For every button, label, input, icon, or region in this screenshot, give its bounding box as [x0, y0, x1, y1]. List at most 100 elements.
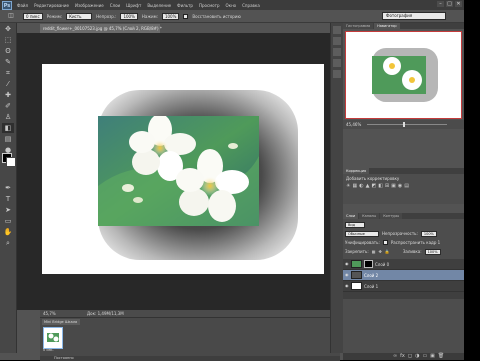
shape-tool-icon[interactable]: ▭: [2, 216, 14, 226]
navigator-zoom-slider[interactable]: [367, 124, 447, 125]
navigator-preview[interactable]: [345, 31, 462, 119]
photo-filter-adjustment-icon[interactable]: ◉: [398, 183, 402, 189]
channel-mixer-adjustment-icon[interactable]: ▤: [404, 183, 409, 189]
eyedropper-tool-icon[interactable]: ⁄: [2, 79, 14, 89]
menu-window[interactable]: Окно: [223, 3, 240, 8]
erase-history-label: Восстановить историю: [192, 13, 241, 19]
frame-delay-label[interactable]: 0 сек.: [43, 348, 63, 353]
layer-row[interactable]: ◉ Слой 1: [343, 281, 464, 292]
maximize-button[interactable]: □: [446, 1, 453, 7]
erase-history-checkbox[interactable]: [183, 13, 189, 19]
history-panel-icon[interactable]: [333, 26, 341, 34]
link-layers-icon[interactable]: ∞: [393, 353, 397, 360]
adjustments-title: Добавить корректировку: [346, 176, 400, 181]
frame-preview-image: [47, 333, 59, 342]
menu-filter[interactable]: Фильтр: [174, 3, 196, 8]
eraser-tool-preset-icon[interactable]: ◫: [5, 11, 17, 21]
layer-opacity-label: Непрозрачность:: [382, 231, 418, 236]
black-white-adjustment-icon[interactable]: ▣: [391, 183, 396, 189]
timeline-tab[interactable]: Mini Bridge Шкала времени: [42, 319, 80, 330]
exposure-adjustment-icon[interactable]: ▲: [366, 183, 370, 189]
menu-help[interactable]: Справка: [239, 3, 263, 8]
gradient-tool-icon[interactable]: ▤: [2, 134, 14, 144]
brush-tool-icon[interactable]: ✐: [2, 101, 14, 111]
minimize-button[interactable]: –: [437, 1, 444, 7]
document-tab[interactable]: reddit_flower+_00107523.jpg @ 45,7% (Сло…: [40, 24, 162, 33]
menu-file[interactable]: Файл: [14, 3, 31, 8]
healing-brush-tool-icon[interactable]: ✚: [2, 90, 14, 100]
visibility-eye-icon[interactable]: ◉: [345, 262, 349, 266]
navigator-zoom-value[interactable]: 45,46%: [346, 122, 361, 127]
brush-size-field[interactable]: 0 пикс: [23, 12, 43, 20]
vibrance-adjustment-icon[interactable]: ◩: [371, 183, 376, 189]
type-tool-icon[interactable]: T: [2, 194, 14, 204]
loop-option[interactable]: Постоянно: [54, 356, 74, 360]
layer-name[interactable]: Слой 2: [364, 273, 378, 278]
hand-tool-icon[interactable]: ✋: [2, 227, 14, 237]
brightness-adjustment-icon[interactable]: ☀: [346, 183, 350, 189]
propagate-frame-checkbox[interactable]: [382, 240, 388, 245]
navigator-tabs: Гистограмма Навигатор: [343, 23, 464, 29]
add-mask-icon[interactable]: ◻: [408, 353, 412, 360]
pen-tool-icon[interactable]: ✒: [2, 183, 14, 193]
fill-field[interactable]: 100%: [424, 248, 441, 255]
zoom-tool-icon[interactable]: ⌕: [2, 238, 14, 248]
lock-position-icon[interactable]: ✥: [378, 249, 381, 254]
menu-layer[interactable]: Слои: [107, 3, 123, 8]
marquee-tool-icon[interactable]: ⬚: [2, 35, 14, 45]
hue-saturation-adjustment-icon[interactable]: ◧: [378, 183, 383, 189]
close-button[interactable]: ✕: [455, 1, 462, 7]
crop-tool-icon[interactable]: ⌗: [2, 68, 14, 78]
opacity-field[interactable]: 100%: [120, 12, 138, 20]
new-group-icon[interactable]: ▭: [422, 353, 427, 360]
navigator-zoom-knob[interactable]: [403, 122, 405, 127]
layer-filter-select[interactable]: Вид: [345, 221, 365, 228]
lock-pixels-icon[interactable]: ▦: [372, 249, 376, 254]
menu-view[interactable]: Просмотр: [196, 3, 223, 8]
mode-select[interactable]: Кисть: [66, 12, 93, 20]
delete-layer-icon[interactable]: 🗑: [438, 353, 444, 360]
lock-label: Закрепить:: [345, 249, 369, 254]
menu-edit[interactable]: Редактирование: [31, 3, 72, 8]
swatches-panel-icon[interactable]: [333, 48, 341, 56]
visibility-eye-icon[interactable]: ◉: [345, 284, 349, 288]
lock-row: Закрепить: ▦ ✥ 🔒 Заливка: 100%: [345, 248, 441, 255]
collapsed-panel-dock: [330, 23, 344, 353]
zoom-readout[interactable]: 45,7%: [43, 311, 56, 316]
move-tool-icon[interactable]: ✥: [2, 24, 14, 34]
new-layer-icon[interactable]: ▣: [430, 353, 435, 360]
layer-name[interactable]: Слой 0: [375, 262, 389, 267]
layer-mask-thumbnail[interactable]: [364, 260, 373, 268]
eraser-tool-icon[interactable]: ◧: [2, 123, 14, 133]
quick-select-tool-icon[interactable]: ✎: [2, 57, 14, 67]
lasso-tool-icon[interactable]: ʘ: [2, 46, 14, 56]
menu-image[interactable]: Изображение: [72, 3, 107, 8]
visibility-eye-icon[interactable]: ◉: [345, 273, 349, 277]
color-balance-adjustment-icon[interactable]: ⊞: [385, 183, 389, 189]
clone-stamp-tool-icon[interactable]: ♙: [2, 112, 14, 122]
brush-panel-icon[interactable]: [333, 70, 341, 78]
styles-panel-icon[interactable]: [333, 59, 341, 67]
path-select-tool-icon[interactable]: ➤: [2, 205, 14, 215]
layer-row[interactable]: ◉ Слой 0: [343, 259, 464, 270]
document-canvas[interactable]: [42, 64, 324, 274]
pressure-field[interactable]: 100%: [161, 12, 180, 20]
adjustment-layer-icon[interactable]: ◑: [415, 353, 419, 360]
canvas-area: [17, 33, 339, 310]
levels-adjustment-icon[interactable]: ▦: [352, 183, 357, 189]
layer-style-icon[interactable]: fx: [400, 353, 405, 360]
animation-frame-thumbnail[interactable]: [43, 327, 63, 349]
layer-opacity-field[interactable]: 100%: [420, 230, 437, 237]
menu-select[interactable]: Выделение: [144, 3, 174, 8]
menu-type[interactable]: Шрифт: [123, 3, 144, 8]
blend-mode-select[interactable]: Обычные: [345, 230, 379, 237]
workspace-select[interactable]: Фотография: [382, 12, 446, 20]
layer-row-selected[interactable]: ◉ Слой 2: [343, 270, 464, 281]
tab-histogram[interactable]: Гистограмма: [343, 23, 374, 29]
layer-name[interactable]: Слой 1: [364, 284, 378, 289]
background-color-swatch[interactable]: [6, 157, 16, 167]
actions-panel-icon[interactable]: [333, 37, 341, 45]
tab-navigator[interactable]: Навигатор: [374, 23, 400, 29]
curves-adjustment-icon[interactable]: ◐: [359, 183, 363, 189]
lock-all-icon[interactable]: 🔒: [385, 249, 390, 254]
